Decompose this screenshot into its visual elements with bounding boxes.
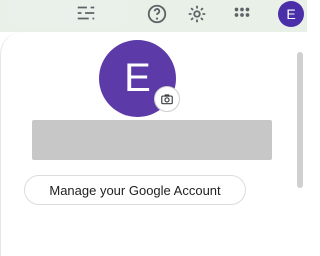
help-icon[interactable] — [146, 3, 168, 25]
manage-account-button[interactable]: Manage your Google Account — [24, 175, 246, 205]
settings-icon[interactable] — [186, 3, 208, 25]
change-photo-button[interactable] — [154, 86, 180, 112]
account-name-email-redacted — [32, 120, 272, 160]
account-avatar-button[interactable]: E — [278, 1, 304, 27]
camera-icon — [161, 94, 173, 105]
top-bar: E — [0, 0, 307, 32]
search-field[interactable] — [8, 0, 128, 26]
tune-icon[interactable] — [75, 2, 97, 24]
apps-icon[interactable] — [231, 4, 253, 26]
account-initial: E — [286, 6, 296, 22]
scrollbar[interactable] — [297, 52, 303, 188]
profile-initial: E — [124, 56, 151, 100]
